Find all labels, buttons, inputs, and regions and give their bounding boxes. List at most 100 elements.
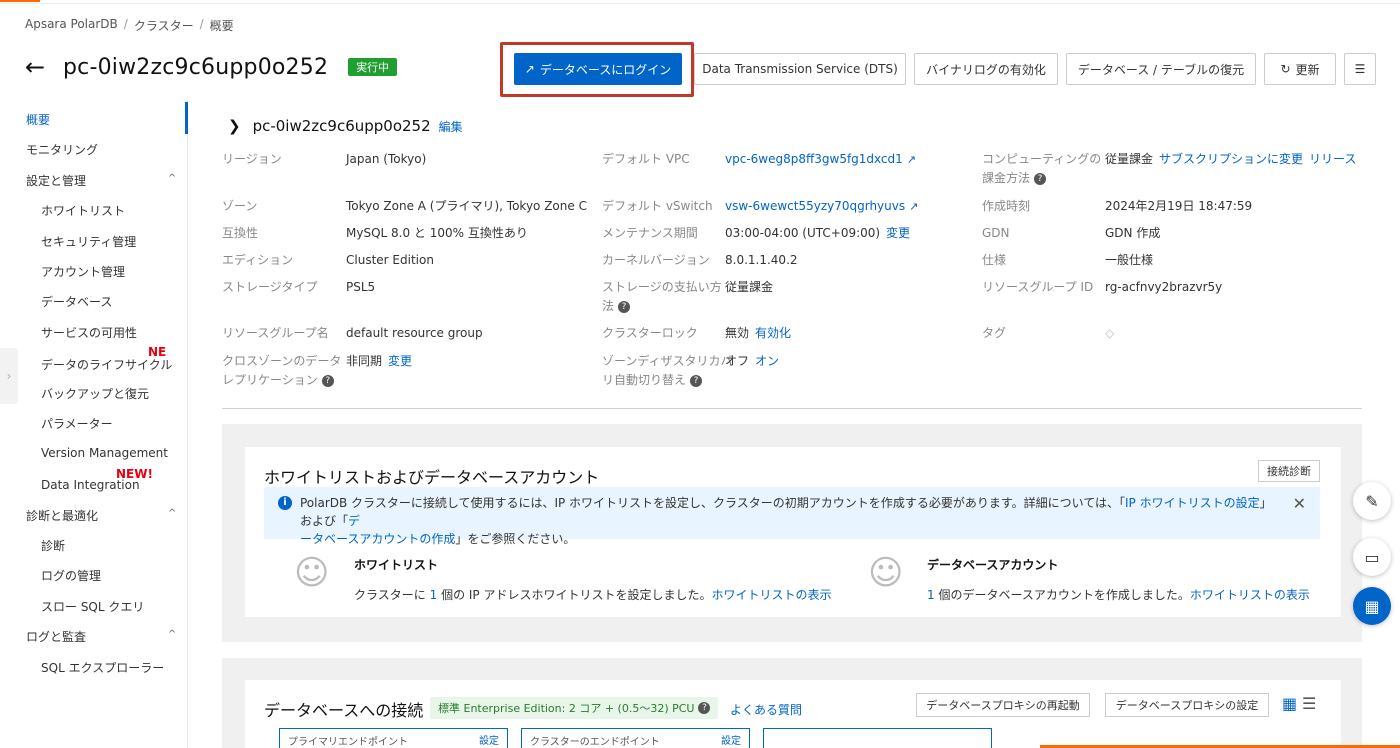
- zone-label: ゾーン: [222, 199, 258, 213]
- help-icon[interactable]: ?: [618, 300, 631, 313]
- ip-whitelist-doc-link[interactable]: IP ホワイトリストの設定: [1125, 496, 1260, 510]
- tag-label: タグ: [982, 326, 1007, 340]
- whitelist-count: 1: [429, 588, 438, 602]
- sidebar-item-integration[interactable]: Data Integration: [41, 478, 140, 492]
- cluster-endpoint-card[interactable]: クラスターのエンドポイント 設定: [521, 728, 750, 748]
- sidebar-collapse-handle[interactable]: ›: [0, 348, 18, 404]
- view-accounts-link[interactable]: ホワイトリストの表示: [1190, 588, 1310, 602]
- vpc-link[interactable]: vpc-6weg8p8ff3gw5fg1dxcd1: [725, 152, 903, 166]
- db-account-doc-link[interactable]: デ: [348, 514, 360, 528]
- help-icon[interactable]: ?: [321, 374, 334, 387]
- rg-name-value: default resource group: [346, 326, 483, 340]
- maintenance-window: 03:00-04:00 (UTC+09:00): [725, 226, 881, 240]
- grid-view-icon[interactable]: ▦: [1282, 694, 1297, 713]
- sidebar-group-audit[interactable]: ログと監査: [26, 628, 86, 645]
- kernel-value: 8.0.1.1.40.2: [725, 253, 798, 267]
- dts-label: Data Transmission Service (DTS): [702, 62, 898, 76]
- crosszone-change-link[interactable]: 変更: [388, 354, 412, 368]
- failover-on-link[interactable]: オン: [755, 354, 779, 368]
- sidebar-item-whitelist[interactable]: ホワイトリスト: [41, 202, 125, 219]
- top-border: [0, 0, 1400, 4]
- chevron-up-icon[interactable]: ^: [168, 508, 176, 519]
- dts-button[interactable]: Data Transmission Service (DTS): [694, 53, 906, 85]
- whitelist-title: ホワイトリスト: [354, 558, 439, 572]
- storage-pay-value: 従量課金: [725, 280, 774, 294]
- title-row: ← pc-0iw2zc9c6upp0o252 実行中: [25, 52, 398, 82]
- primary-endpoint-settings-link[interactable]: 設定: [479, 732, 499, 747]
- edit-feedback-icon[interactable]: ✎: [1353, 482, 1391, 520]
- breadcrumb-item-clusters[interactable]: クラスター: [134, 17, 194, 34]
- login-database-button[interactable]: ↗ データベースにログイン: [514, 53, 682, 85]
- primary-endpoint-card[interactable]: プライマリエンドポイント 設定: [279, 728, 508, 748]
- vswitch-value: vsw-6wewct55yzy70qgrhyuvs ↗: [725, 197, 918, 216]
- chat-icon[interactable]: ▭: [1353, 538, 1391, 576]
- task-list-button[interactable]: ☰: [1344, 53, 1376, 85]
- users-icon: ☺: [868, 553, 904, 593]
- list-view-icon[interactable]: ☰: [1302, 694, 1316, 713]
- cluster-endpoint-label: クラスターのエンドポイント: [530, 737, 660, 748]
- back-arrow-icon[interactable]: ←: [25, 52, 55, 82]
- sidebar-group-diagnostics[interactable]: 診断と最適化: [26, 507, 98, 524]
- close-icon[interactable]: ✕: [1293, 495, 1306, 513]
- edition-spec-text: 標準 Enterprise Edition: 2 コア + (0.5〜32) P…: [438, 702, 695, 715]
- help-icon[interactable]: ?: [698, 702, 711, 714]
- release-link[interactable]: リリース: [1309, 152, 1356, 166]
- cluster-endpoint-settings-link[interactable]: 設定: [721, 732, 741, 747]
- sidebar-item-backup[interactable]: バックアップと復元: [41, 385, 149, 402]
- vpc-value: vpc-6weg8p8ff3gw5fg1dxcd1 ↗: [725, 150, 916, 169]
- help-icon[interactable]: ?: [1034, 172, 1047, 185]
- sidebar-item-overview[interactable]: 概要: [26, 111, 50, 128]
- enable-binlog-button[interactable]: バイナリログの有効化: [914, 53, 1058, 85]
- sidebar-item-databases[interactable]: データベース: [41, 293, 112, 310]
- sidebar-item-lifecycle[interactable]: データのライフサイクル: [41, 356, 172, 373]
- proxy-settings-button[interactable]: データベースプロキシの設定: [1105, 693, 1269, 717]
- external-link-icon[interactable]: ↗: [909, 197, 918, 216]
- vswitch-link[interactable]: vsw-6wewct55yzy70qgrhyuvs: [725, 199, 905, 213]
- tag-icon[interactable]: ◇: [1105, 324, 1114, 343]
- add-endpoint-card[interactable]: [763, 728, 992, 748]
- crosszone-status: 非同期: [346, 354, 383, 368]
- whitelist-text: クラスターに: [354, 588, 426, 602]
- cluster-name: pc-0iw2zc9c6upp0o252: [252, 117, 431, 135]
- sidebar-group-settings[interactable]: 設定と管理: [26, 172, 86, 189]
- sidebar-item-monitoring[interactable]: モニタリング: [26, 141, 98, 158]
- switch-subscription-link[interactable]: サブスクリプションに変更: [1159, 152, 1303, 166]
- chevron-up-icon[interactable]: ^: [168, 173, 176, 184]
- cluster-lock-enable-link[interactable]: 有効化: [755, 326, 791, 340]
- crosszone-label-line2: レプリケーション?: [222, 371, 341, 390]
- created-label: 作成時刻: [982, 199, 1031, 213]
- breadcrumb-item-polardb[interactable]: Apsara PolarDB: [25, 17, 118, 34]
- help-icon[interactable]: ?: [690, 374, 703, 387]
- sidebar-item-sql-explorer[interactable]: SQL エクスプローラー: [41, 659, 164, 676]
- region-value: Japan (Tokyo): [346, 152, 427, 166]
- failover-value: オフ オン: [725, 352, 779, 371]
- restart-proxy-button[interactable]: データベースプロキシの再起動: [916, 693, 1090, 717]
- connection-panel-title: データベースへの接続: [264, 701, 424, 720]
- external-link-icon[interactable]: ↗: [907, 150, 916, 169]
- sidebar-item-accounts[interactable]: アカウント管理: [41, 263, 125, 280]
- connection-diagnosis-button[interactable]: 接続診断: [1258, 460, 1320, 482]
- gdn-create-link[interactable]: GDN 作成: [1105, 224, 1160, 243]
- refresh-button[interactable]: ↻ 更新: [1264, 53, 1336, 85]
- restore-table-button[interactable]: データベース / テーブルの復元: [1066, 53, 1256, 85]
- sidebar-item-parameters[interactable]: パラメーター: [41, 415, 113, 432]
- sidebar-item-logs[interactable]: ログの管理: [41, 567, 101, 584]
- sidebar-item-slow-sql[interactable]: スロー SQL クエリ: [41, 598, 144, 615]
- zone-value: Tokyo Zone A (プライマリ), Tokyo Zone C: [346, 199, 587, 213]
- spec-label: 仕様: [982, 253, 1007, 267]
- db-account-doc-link[interactable]: ータベースアカウントの作成: [300, 532, 455, 546]
- faq-link[interactable]: よくある質問: [730, 701, 802, 718]
- view-whitelist-link[interactable]: ホワイトリストの表示: [711, 588, 831, 602]
- apps-grid-icon[interactable]: ▦: [1353, 587, 1391, 625]
- sidebar-item-version[interactable]: Version Management: [41, 446, 168, 460]
- sidebar-item-security[interactable]: セキュリティ管理: [41, 233, 136, 250]
- edition-spec-badge: 標準 Enterprise Edition: 2 コア + (0.5〜32) P…: [430, 697, 719, 719]
- page-title: pc-0iw2zc9c6upp0o252: [63, 54, 329, 80]
- sidebar-item-availability[interactable]: サービスの可用性: [41, 324, 137, 341]
- whitelist-text: 個の IP アドレスホワイトリストを設定しました。: [441, 588, 712, 602]
- sidebar-item-diagnosis[interactable]: 診断: [41, 537, 65, 554]
- edit-name-link[interactable]: 編集: [439, 118, 463, 135]
- maintenance-change-link[interactable]: 変更: [886, 226, 910, 240]
- chevron-up-icon[interactable]: ^: [168, 629, 176, 640]
- region-label: リージョン: [222, 152, 282, 166]
